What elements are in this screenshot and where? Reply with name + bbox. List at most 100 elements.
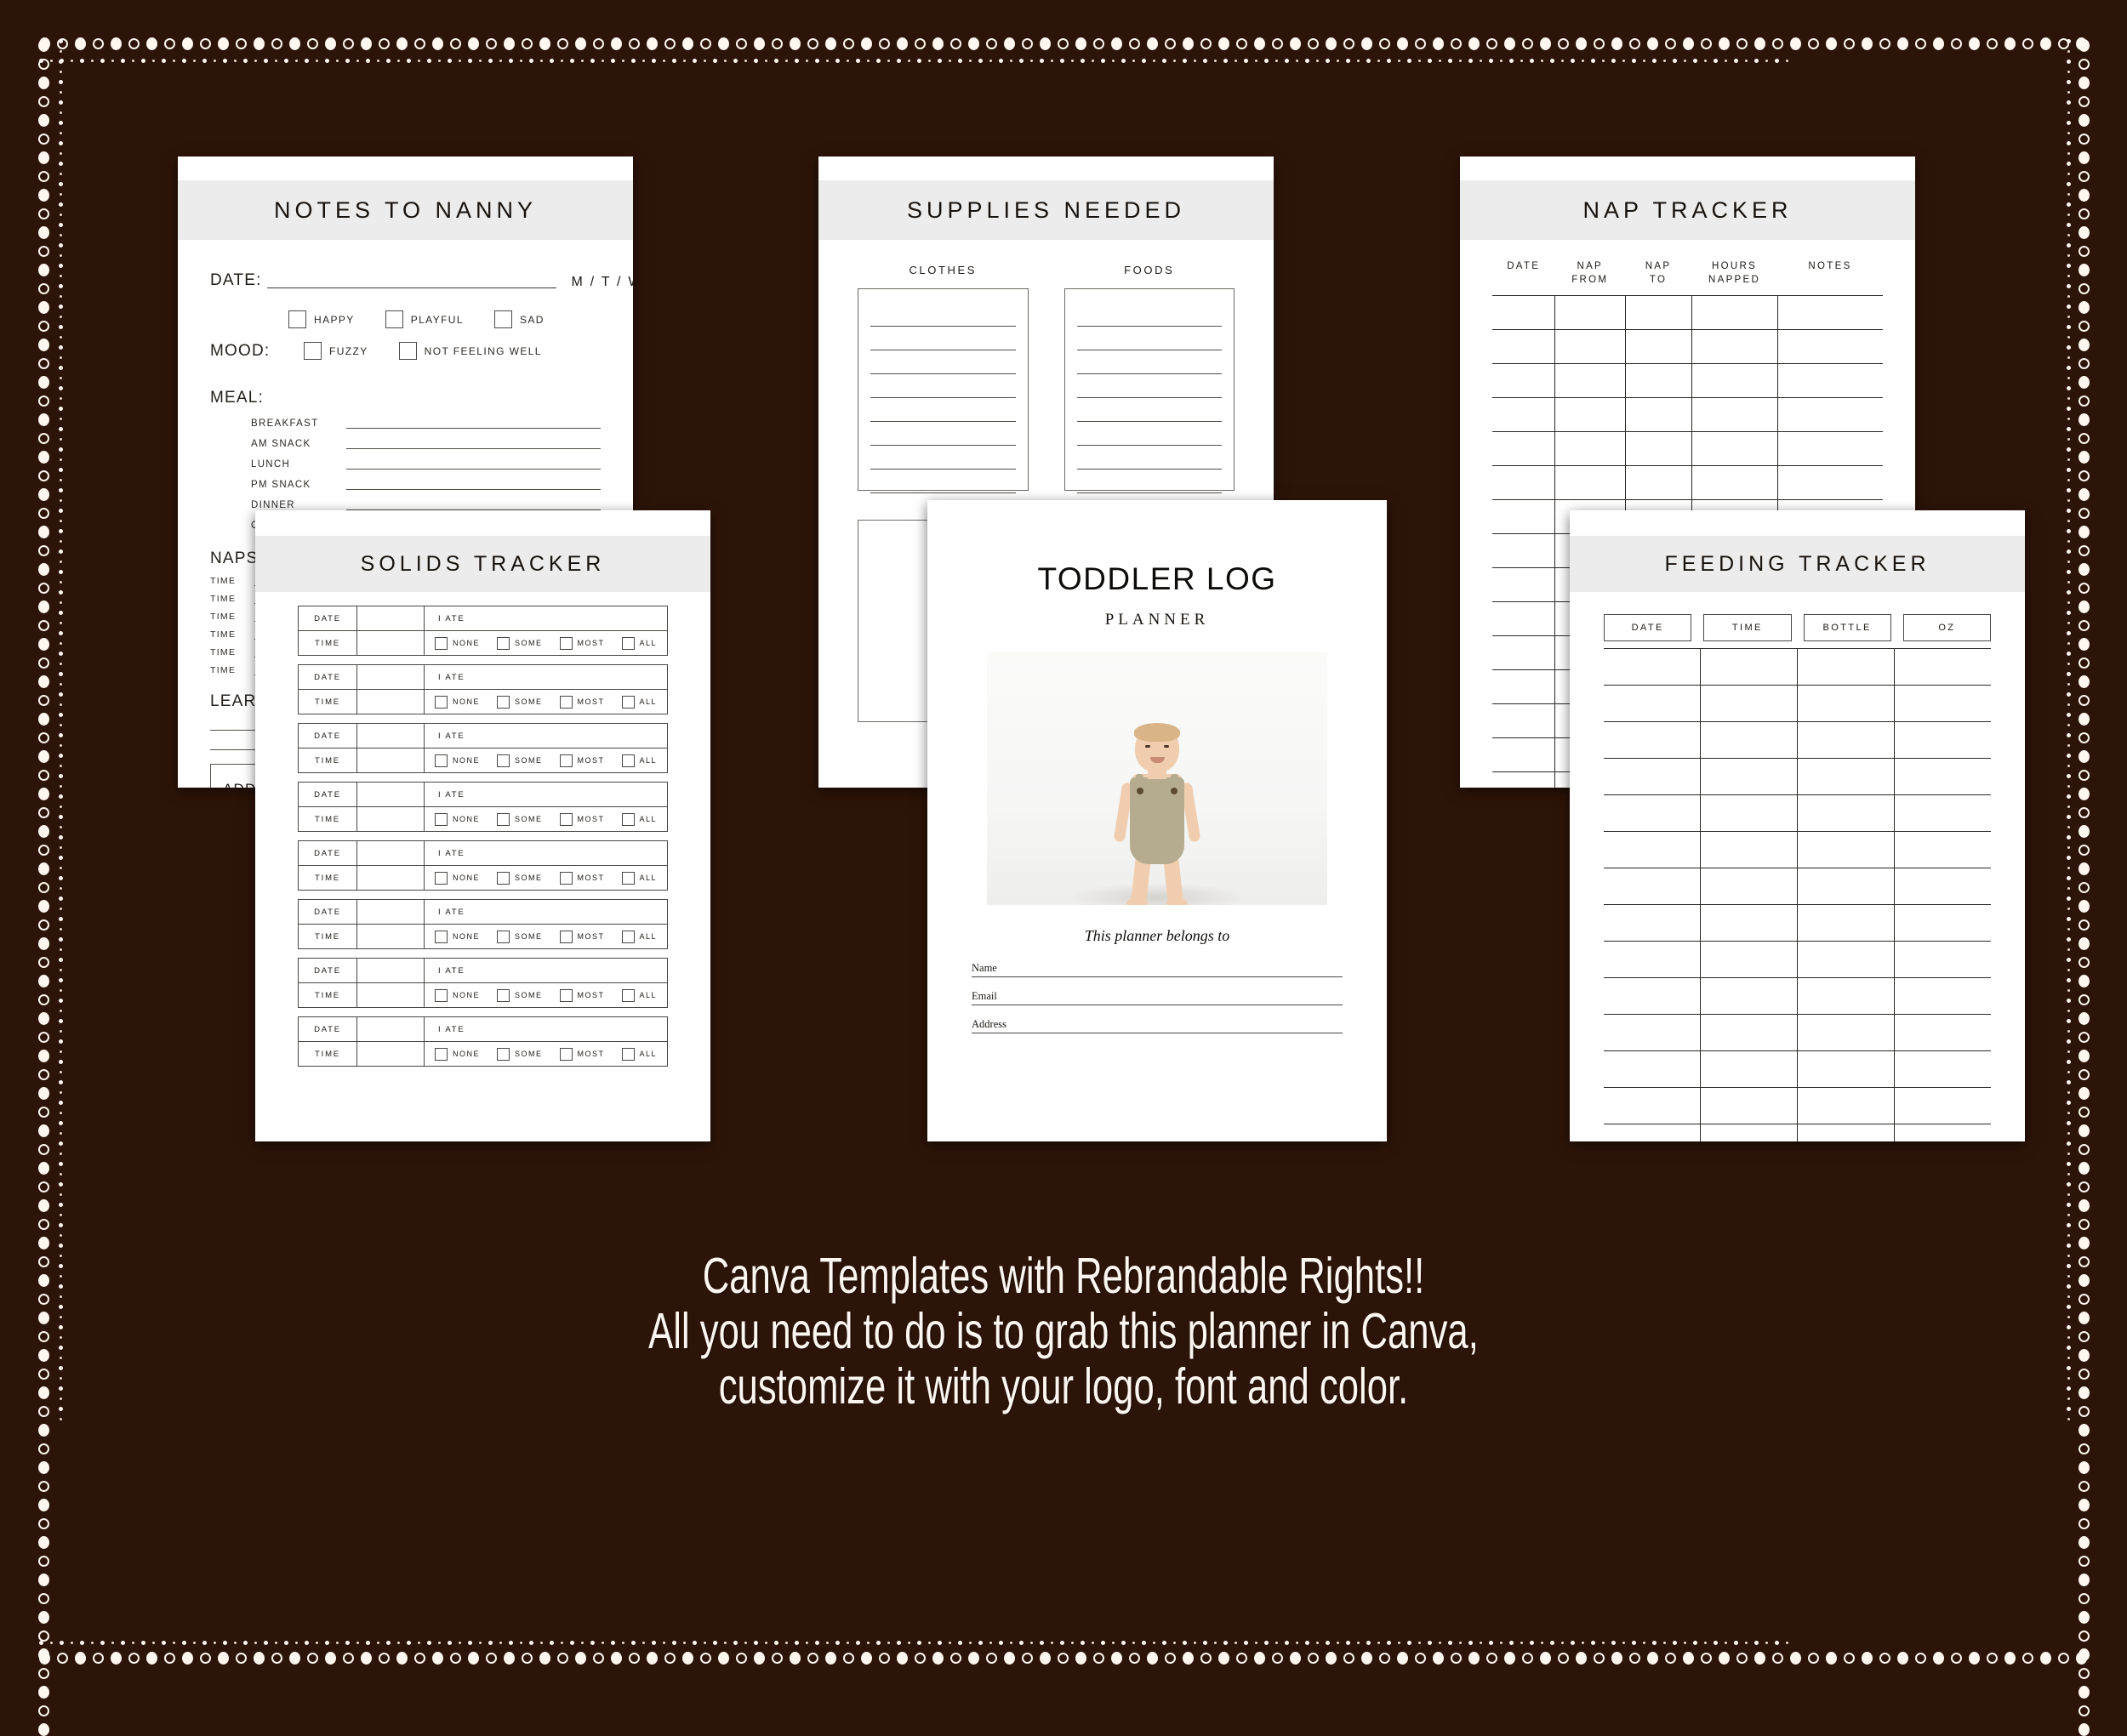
- table-row[interactable]: [1492, 397, 1883, 433]
- checkbox-none[interactable]: [435, 754, 448, 767]
- table-row[interactable]: [1492, 363, 1883, 399]
- table-cell[interactable]: [1700, 831, 1798, 868]
- table-cell[interactable]: [1797, 1087, 1895, 1124]
- solids-entry-block[interactable]: DATE I ATE TIME NONE SOME MOST ALL: [298, 958, 668, 1008]
- table-cell[interactable]: [1777, 465, 1883, 501]
- solids-date-input[interactable]: [357, 900, 425, 924]
- checkbox-not-feeling-well[interactable]: [398, 342, 417, 360]
- table-cell[interactable]: [1604, 1014, 1702, 1051]
- solids-entry-block[interactable]: DATE I ATE TIME NONE SOME MOST ALL: [298, 899, 668, 949]
- checkbox-some[interactable]: [497, 871, 510, 885]
- table-cell[interactable]: [1492, 601, 1555, 637]
- table-cell[interactable]: [1492, 465, 1555, 501]
- table-row[interactable]: [1604, 977, 1991, 1015]
- table-cell[interactable]: [1797, 904, 1895, 942]
- checkbox-all[interactable]: [621, 754, 635, 767]
- checkbox-none[interactable]: [435, 988, 448, 1002]
- checkbox-most[interactable]: [559, 754, 573, 767]
- table-cell[interactable]: [1797, 794, 1895, 832]
- field-input-rule[interactable]: [972, 1004, 1343, 1005]
- table-cell[interactable]: [1691, 397, 1778, 433]
- solids-date-input[interactable]: [357, 665, 425, 689]
- table-cell[interactable]: [1700, 721, 1798, 759]
- table-cell[interactable]: [1894, 648, 1991, 686]
- meal-input-rule[interactable]: [346, 416, 601, 429]
- table-cell[interactable]: [1604, 977, 1702, 1015]
- solids-time-input[interactable]: [357, 631, 425, 655]
- table-cell[interactable]: [1554, 397, 1626, 433]
- checkbox-most[interactable]: [559, 988, 573, 1002]
- table-cell[interactable]: [1492, 397, 1555, 433]
- table-cell[interactable]: [1604, 941, 1702, 978]
- solids-time-input[interactable]: [357, 983, 425, 1007]
- write-line[interactable]: [870, 350, 1016, 374]
- table-cell[interactable]: [1777, 431, 1883, 467]
- table-cell[interactable]: [1492, 431, 1555, 467]
- table-cell[interactable]: [1700, 794, 1798, 832]
- table-row[interactable]: [1604, 1124, 1991, 1141]
- checkbox-happy[interactable]: [288, 310, 306, 328]
- table-cell[interactable]: [1700, 1050, 1798, 1088]
- table-cell[interactable]: [1604, 1087, 1702, 1124]
- table-cell[interactable]: [1894, 721, 1991, 759]
- solids-entry-block[interactable]: DATE I ATE TIME NONE SOME MOST ALL: [298, 840, 668, 891]
- table-cell[interactable]: [1492, 499, 1555, 535]
- table-row[interactable]: [1604, 758, 1991, 795]
- solids-time-input[interactable]: [357, 925, 425, 948]
- page-feeding-tracker[interactable]: FEEDING TRACKER DATE TIME BOTTLE OZ: [1570, 510, 2025, 1141]
- checkbox-all[interactable]: [621, 930, 635, 943]
- table-row[interactable]: [1604, 721, 1991, 759]
- checkbox-some[interactable]: [497, 754, 510, 767]
- table-cell[interactable]: [1625, 465, 1692, 501]
- table-row[interactable]: [1604, 868, 1991, 905]
- solids-date-input[interactable]: [357, 724, 425, 748]
- table-row[interactable]: [1492, 465, 1883, 501]
- checkbox-all[interactable]: [621, 1047, 635, 1061]
- write-line[interactable]: [1076, 303, 1222, 327]
- write-line[interactable]: [870, 327, 1016, 350]
- table-cell[interactable]: [1797, 758, 1895, 795]
- table-cell[interactable]: [1700, 868, 1798, 905]
- table-cell[interactable]: [1625, 363, 1692, 399]
- table-cell[interactable]: [1604, 648, 1702, 686]
- table-cell[interactable]: [1604, 868, 1702, 905]
- write-line[interactable]: [1076, 398, 1222, 422]
- table-cell[interactable]: [1554, 295, 1626, 331]
- checkbox-sad[interactable]: [493, 310, 512, 328]
- solids-date-input[interactable]: [357, 1017, 425, 1041]
- meal-input-rule[interactable]: [346, 477, 601, 490]
- table-cell[interactable]: [1691, 363, 1778, 399]
- solids-entry-block[interactable]: DATE I ATE TIME NONE SOME MOST ALL: [298, 723, 668, 773]
- table-cell[interactable]: [1797, 648, 1895, 686]
- table-row[interactable]: [1604, 1014, 1991, 1051]
- table-cell[interactable]: [1894, 831, 1991, 868]
- table-cell[interactable]: [1700, 648, 1798, 686]
- table-cell[interactable]: [1797, 941, 1895, 978]
- table-cell[interactable]: [1604, 758, 1702, 795]
- table-cell[interactable]: [1492, 533, 1555, 569]
- table-row[interactable]: [1492, 295, 1883, 331]
- checkbox-none[interactable]: [435, 812, 448, 826]
- checkbox-none[interactable]: [435, 695, 448, 709]
- table-cell[interactable]: [1554, 363, 1626, 399]
- table-cell[interactable]: [1894, 1050, 1991, 1088]
- table-cell[interactable]: [1492, 737, 1555, 773]
- table-cell[interactable]: [1700, 1014, 1798, 1051]
- checkbox-none[interactable]: [435, 636, 448, 650]
- write-line[interactable]: [870, 303, 1016, 327]
- table-cell[interactable]: [1625, 397, 1692, 433]
- field-name[interactable]: Name: [972, 962, 1343, 977]
- solids-date-input[interactable]: [357, 606, 425, 630]
- checkbox-all[interactable]: [621, 636, 635, 650]
- table-cell[interactable]: [1894, 758, 1991, 795]
- table-cell[interactable]: [1894, 685, 1991, 722]
- table-cell[interactable]: [1492, 669, 1555, 705]
- table-cell[interactable]: [1894, 868, 1991, 905]
- table-cell[interactable]: [1894, 1087, 1991, 1124]
- solids-time-input[interactable]: [357, 690, 425, 714]
- write-line[interactable]: [1076, 470, 1222, 493]
- table-cell[interactable]: [1604, 904, 1702, 942]
- table-cell[interactable]: [1894, 977, 1991, 1015]
- table-cell[interactable]: [1797, 1014, 1895, 1051]
- solids-time-input[interactable]: [357, 1042, 425, 1066]
